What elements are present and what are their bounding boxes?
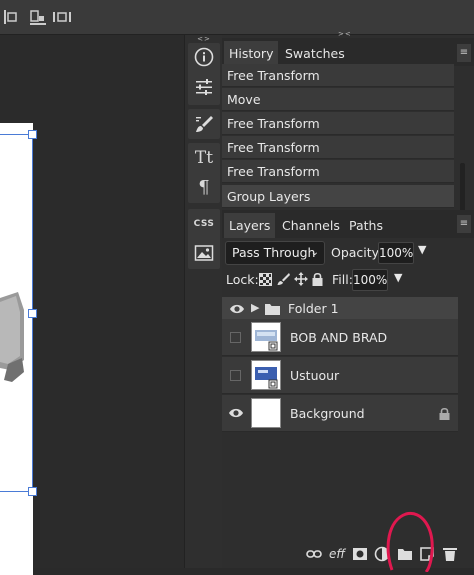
lock-transparency-icon[interactable] bbox=[259, 273, 272, 286]
fill-input[interactable]: 100% bbox=[352, 269, 388, 291]
thumbnail-preview bbox=[255, 367, 278, 389]
effects-icon[interactable]: eff bbox=[328, 546, 346, 562]
options-bar bbox=[0, 0, 474, 35]
history-item[interactable]: Free Transform bbox=[222, 112, 454, 135]
tool-strip: <> Tt ¶ CSS bbox=[184, 35, 224, 568]
lock-position-move-icon[interactable] bbox=[294, 272, 308, 286]
annotation-circle bbox=[386, 512, 434, 572]
layer-folder[interactable]: ▶ Folder 1 bbox=[222, 297, 458, 321]
history-item[interactable]: Free Transform bbox=[222, 160, 454, 183]
tab-paths[interactable]: Paths bbox=[344, 213, 388, 238]
history-scrollbar[interactable] bbox=[460, 163, 465, 211]
blend-mode-select[interactable]: Pass Through ⌄ bbox=[225, 241, 325, 265]
adjust-sliders-icon[interactable] bbox=[189, 73, 219, 101]
transform-handle-bottom[interactable] bbox=[28, 487, 37, 496]
brush-icon[interactable] bbox=[189, 110, 219, 138]
align-bottom-icon[interactable] bbox=[28, 8, 48, 26]
layers-tabs: Layers Channels Paths ≡ bbox=[222, 210, 474, 238]
product-image-fragment bbox=[0, 292, 24, 382]
eye-icon[interactable] bbox=[229, 302, 245, 316]
layer-smart-object[interactable]: BOB AND BRAD bbox=[222, 319, 458, 356]
layers-menu-button[interactable]: ≡ bbox=[457, 215, 471, 233]
lock-icon bbox=[439, 407, 450, 420]
tab-layers[interactable]: Layers bbox=[224, 213, 276, 238]
image-icon[interactable] bbox=[189, 239, 219, 267]
eye-icon[interactable] bbox=[228, 406, 244, 420]
layer-thumbnail bbox=[251, 322, 281, 352]
link-icon[interactable] bbox=[306, 546, 322, 562]
opacity-input[interactable]: 100% bbox=[378, 242, 414, 264]
layer-thumbnail bbox=[251, 360, 281, 390]
align-left-icon[interactable] bbox=[2, 8, 22, 26]
layer-name: Background bbox=[290, 406, 365, 421]
fill-dropdown-icon[interactable]: ▼ bbox=[394, 271, 402, 284]
layer-name: BOB AND BRAD bbox=[290, 330, 388, 345]
layer-name: Folder 1 bbox=[288, 301, 339, 316]
chevron-down-icon: ⌄ bbox=[310, 247, 319, 258]
canvas-area[interactable] bbox=[0, 35, 184, 575]
blend-mode-value: Pass Through bbox=[232, 245, 316, 260]
paragraph-icon[interactable]: ¶ bbox=[189, 173, 219, 201]
thumbnail-preview bbox=[255, 330, 278, 351]
visibility-toggle[interactable] bbox=[230, 370, 241, 381]
visibility-toggle[interactable] bbox=[230, 332, 241, 343]
css-icon[interactable]: CSS bbox=[189, 210, 219, 238]
layer-thumbnail bbox=[251, 398, 281, 428]
folder-icon bbox=[265, 304, 280, 315]
mask-icon[interactable] bbox=[352, 546, 368, 562]
transform-handle-top[interactable] bbox=[28, 130, 37, 139]
tab-channels[interactable]: Channels bbox=[277, 213, 345, 238]
layer-smart-object[interactable]: Ustuour bbox=[222, 357, 458, 394]
transform-handle-middle[interactable] bbox=[28, 309, 37, 318]
tab-swatches[interactable]: Swatches bbox=[280, 41, 350, 66]
lock-pixels-brush-icon[interactable] bbox=[277, 272, 290, 286]
right-panel: >< History Swatches ≡ Free Transform Mov… bbox=[222, 30, 474, 572]
lock-label: Lock: bbox=[226, 272, 259, 287]
lock-all-icon[interactable] bbox=[312, 272, 323, 286]
info-icon[interactable] bbox=[189, 43, 219, 71]
fill-label: Fill: bbox=[332, 272, 353, 287]
tools-collapse-toggle[interactable]: <> bbox=[185, 35, 223, 43]
tab-history[interactable]: History bbox=[224, 41, 279, 66]
chevron-right-icon[interactable]: ▶ bbox=[251, 301, 259, 314]
history-item[interactable]: Free Transform bbox=[222, 136, 454, 159]
trash-icon[interactable] bbox=[442, 546, 458, 562]
history-item-current[interactable]: Group Layers bbox=[222, 185, 454, 208]
distribute-icon[interactable] bbox=[52, 8, 74, 26]
text-tool-icon[interactable]: Tt bbox=[189, 144, 219, 172]
layer-background[interactable]: Background bbox=[222, 395, 458, 432]
layer-name: Ustuour bbox=[290, 368, 340, 383]
opacity-dropdown-icon[interactable]: ▼ bbox=[418, 243, 426, 256]
history-tabs: History Swatches ≡ bbox=[222, 38, 474, 66]
panels-collapse-toggle[interactable]: >< bbox=[338, 30, 352, 38]
history-item[interactable]: Free Transform bbox=[222, 64, 454, 87]
history-menu-button[interactable]: ≡ bbox=[457, 44, 471, 62]
opacity-label: Opacity: bbox=[331, 245, 383, 260]
history-item[interactable]: Move bbox=[222, 88, 454, 111]
